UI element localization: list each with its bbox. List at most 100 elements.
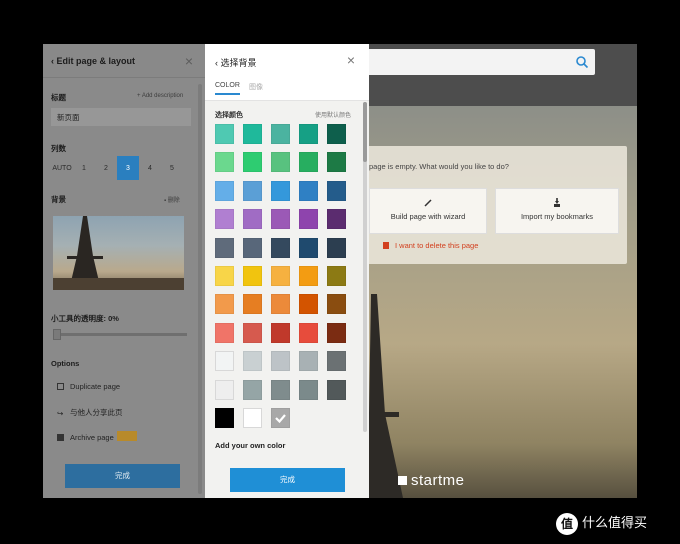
color-swatch[interactable] <box>299 124 318 144</box>
options-label: Options <box>51 359 80 368</box>
color-swatch[interactable] <box>215 152 234 173</box>
choose-color-label: 选择颜色 <box>215 112 243 119</box>
color-swatch[interactable] <box>215 351 234 372</box>
color-swatch[interactable] <box>271 351 290 372</box>
color-swatch[interactable] <box>215 322 234 343</box>
picker-back-button[interactable]: ‹ 选择背景 <box>215 56 257 69</box>
color-swatch[interactable] <box>327 379 346 400</box>
picker-scrollbar[interactable] <box>363 102 367 432</box>
color-swatch[interactable] <box>243 237 262 258</box>
color-swatch[interactable] <box>243 351 262 372</box>
color-swatch[interactable] <box>271 294 290 315</box>
close-icon[interactable]: × <box>185 53 193 69</box>
opacity-slider[interactable] <box>53 329 187 340</box>
color-swatch[interactable] <box>299 237 318 258</box>
share-icon: ↪ <box>57 409 64 418</box>
column-option-auto[interactable]: AUTO <box>51 156 73 180</box>
color-swatch[interactable] <box>243 152 262 173</box>
share-page-option[interactable]: ↪ 与他人分享此页 <box>57 407 123 418</box>
column-option-1[interactable]: 1 <box>73 156 95 180</box>
color-swatch[interactable] <box>215 180 234 201</box>
color-swatch[interactable] <box>243 266 262 286</box>
color-swatch[interactable] <box>327 322 346 343</box>
color-swatch[interactable] <box>243 209 262 230</box>
color-swatch[interactable] <box>327 209 346 230</box>
color-swatch[interactable] <box>327 294 346 315</box>
color-swatch[interactable] <box>215 209 234 230</box>
color-swatch[interactable] <box>299 152 318 173</box>
color-swatch[interactable] <box>243 322 262 343</box>
left-done-button[interactable]: 完成 <box>65 464 180 488</box>
color-swatch[interactable] <box>271 322 290 343</box>
search-input[interactable] <box>343 49 595 75</box>
color-swatch[interactable] <box>215 408 234 428</box>
color-swatch[interactable] <box>243 408 262 428</box>
color-swatch[interactable] <box>327 124 346 144</box>
color-swatch[interactable] <box>299 266 318 286</box>
color-swatch[interactable] <box>271 266 290 286</box>
left-panel-scrollbar[interactable] <box>198 84 202 494</box>
color-swatch[interactable] <box>271 209 290 230</box>
use-default-color-link[interactable]: 使用默认颜色 <box>315 110 351 119</box>
page-title-input[interactable]: 新页面 <box>51 108 191 126</box>
color-swatch[interactable] <box>327 237 346 258</box>
screenshot-frame: page is empty. What would you like to do… <box>0 0 680 544</box>
duplicate-icon <box>57 383 64 390</box>
picker-scrollbar-thumb[interactable] <box>363 102 367 162</box>
color-swatch[interactable] <box>243 294 262 315</box>
color-swatch[interactable] <box>299 351 318 372</box>
column-option-2[interactable]: 2 <box>95 156 117 180</box>
color-swatch[interactable] <box>327 180 346 201</box>
column-option-4[interactable]: 4 <box>139 156 161 180</box>
column-option-5[interactable]: 5 <box>161 156 183 180</box>
color-swatch[interactable] <box>271 379 290 400</box>
watermark-logo-icon: 值 <box>556 512 578 535</box>
wizard-button[interactable]: Build page with wizard <box>369 188 487 234</box>
close-icon[interactable]: × <box>347 52 355 68</box>
tab-image[interactable]: 图像 <box>249 82 263 96</box>
pro-badge <box>116 431 137 441</box>
add-description-link[interactable]: + Add description <box>137 93 183 99</box>
import-icon <box>554 198 560 207</box>
add-own-color-link[interactable]: Add your own color <box>215 441 285 450</box>
color-swatch[interactable] <box>215 294 234 315</box>
color-swatch[interactable] <box>215 379 234 400</box>
color-swatch[interactable] <box>299 322 318 343</box>
color-swatch[interactable] <box>327 351 346 372</box>
color-swatch[interactable] <box>271 180 290 201</box>
opacity-slider-handle[interactable] <box>53 329 61 340</box>
color-swatch[interactable] <box>215 124 234 144</box>
color-swatch[interactable] <box>243 379 262 400</box>
duplicate-page-option[interactable]: Duplicate page <box>57 382 120 391</box>
delete-page-link[interactable]: I want to delete this page <box>383 241 478 250</box>
color-swatch[interactable] <box>271 152 290 173</box>
background-thumbnail[interactable] <box>53 216 184 290</box>
color-swatch[interactable] <box>327 152 346 173</box>
columns-selector: AUTO 1 2 3 4 5 <box>51 156 191 180</box>
color-swatch[interactable] <box>299 180 318 201</box>
tab-color[interactable]: COLOR <box>215 82 240 95</box>
color-swatch[interactable] <box>271 124 290 144</box>
color-swatch[interactable] <box>243 124 262 144</box>
picker-done-button[interactable]: 完成 <box>230 468 345 492</box>
delete-background-button[interactable]: ▪ 删除 <box>164 195 180 204</box>
archive-page-option[interactable]: Archive page <box>57 431 137 442</box>
color-swatch[interactable] <box>299 209 318 230</box>
edit-layout-panel: ‹ Edit page & layout × 标题 + Add descript… <box>43 44 205 498</box>
color-swatch[interactable] <box>243 180 262 201</box>
color-swatch[interactable] <box>215 266 234 286</box>
color-swatch[interactable] <box>327 266 346 286</box>
title-label: 标题 <box>51 93 66 102</box>
color-swatch[interactable] <box>271 237 290 258</box>
import-bookmarks-button[interactable]: Import my bookmarks <box>495 188 619 234</box>
magic-wand-icon <box>424 199 432 207</box>
color-swatch[interactable] <box>299 379 318 400</box>
watermark: 值什么值得买 <box>556 512 647 535</box>
color-swatch-selected[interactable] <box>271 408 290 428</box>
back-button[interactable]: ‹ Edit page & layout <box>51 56 135 66</box>
column-option-3[interactable]: 3 <box>117 156 139 180</box>
color-swatch[interactable] <box>299 294 318 315</box>
opacity-label: 小工具的透明度: 0% <box>51 314 119 323</box>
color-swatch[interactable] <box>215 237 234 258</box>
search-icon[interactable] <box>575 55 589 69</box>
